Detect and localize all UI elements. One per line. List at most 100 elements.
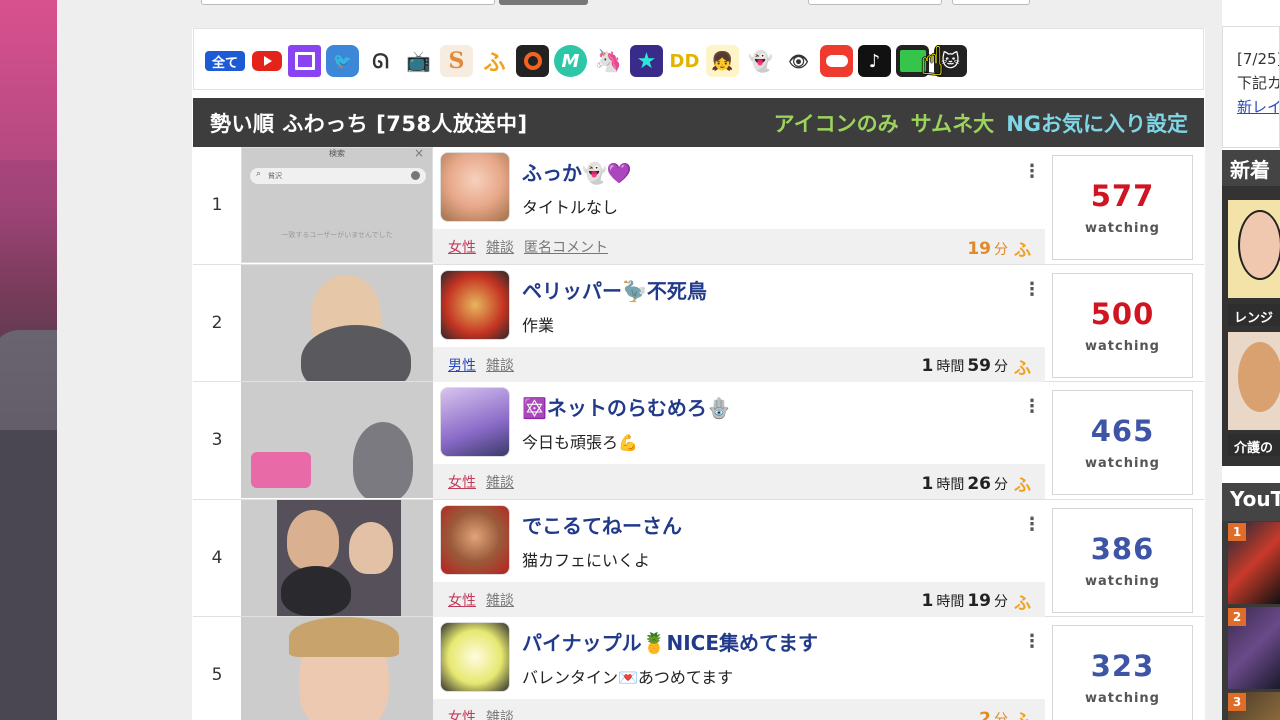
more-options-icon[interactable]: ⋮ [1023,631,1041,652]
ring-icon[interactable] [516,45,549,77]
notice-link[interactable]: 新レイ [1237,95,1279,119]
avatar[interactable] [440,387,510,457]
stream-thumbnail[interactable] [241,382,433,498]
section-header: 勢い順 ふわっち [758人放送中] アイコンのみ サムネ大 NGお気に入り設定 [193,98,1204,147]
star-icon[interactable]: ★ [630,45,663,77]
youtube-icon[interactable] [250,45,283,77]
duration-minutes-unit: 分 [994,476,1008,493]
hand-cursor-icon: ☝ [920,39,945,85]
streamer-name[interactable]: でこるてねーさん [522,510,682,539]
duration-minutes: 19 [967,591,991,611]
stream-title: タイトルなし [522,198,619,217]
viewer-count-box: 386 watching [1052,507,1193,613]
duration-hours: 1 [921,356,934,376]
avatar[interactable] [440,152,510,222]
tag-category[interactable]: 雑談 [486,590,514,610]
tag-category[interactable]: 雑談 [486,707,514,720]
rank-number: 2 [211,312,223,333]
stream-row[interactable]: 4 でこるてねーさん 猫カフェにいくよ ⋮ 女性 雑談 1 時間 19 分ふ 386 … [193,499,1204,617]
tag-bar: 女性 雑談 2分ふ [433,699,1045,720]
twitch-icon[interactable] [288,45,321,77]
tiktok-icon[interactable]: ♪ [858,45,891,77]
avatar[interactable] [440,622,510,692]
sofa-base [0,430,57,720]
more-options-icon[interactable]: ⋮ [1023,279,1041,300]
sort-select[interactable] [952,0,1030,5]
tv-icon[interactable]: 📺 [402,45,435,77]
tag-gender[interactable]: 女性 [448,472,476,492]
tag-gender[interactable]: 女性 [448,707,476,720]
stream-row[interactable]: 5 パイナップル🍍NICE集めてます バレンタイン💌あつめてます ⋮ 女性 雑談… [193,617,1204,720]
tag-category[interactable]: 雑談 [486,355,514,375]
stream-thumbnail[interactable]: 検索 × 貧沢 一致するユーザーがいませんでした [241,147,433,263]
sidebar-card-thumbnail[interactable] [1228,200,1280,298]
fuwacchi-icon[interactable]: ふ [478,45,511,77]
duration-minutes-unit: 分 [994,594,1008,610]
dd-icon[interactable]: DD [668,45,701,77]
tag-bar: 女性 雑談 1 時間 26 分ふ [433,464,1045,499]
streamer-name[interactable]: 🔯ネットのらむめろ🪬 [522,392,732,421]
ng-favorite-settings-link[interactable]: NGお気に入り設定 [1006,108,1188,138]
tag-anonymous-comment[interactable]: 匿名コメント [524,237,608,257]
search-input[interactable] [201,0,495,5]
tag-gender[interactable]: 女性 [448,237,476,257]
more-options-icon[interactable]: ⋮ [1023,161,1041,182]
sidebar-card-thumbnail[interactable] [1228,332,1280,430]
tag-category[interactable]: 雑談 [486,237,514,257]
stream-title: 今日も頑張ろ💪 [522,433,638,452]
sidebar-new-header: 新着 [1222,150,1280,186]
more-options-icon[interactable]: ⋮ [1023,396,1041,417]
watching-label: watching [1085,573,1160,589]
tag-category[interactable]: 雑談 [486,472,514,492]
streamer-name[interactable]: パイナップル🍍NICE集めてます [522,627,818,656]
stream-row[interactable]: 1 検索 × 貧沢 一致するユーザーがいませんでした ふっか👻💜 タイトルなし … [193,147,1204,265]
girl-icon[interactable]: 👧 [706,45,739,77]
stream-duration: 1 時間 26 分ふ [921,471,1031,497]
youtube-rank-badge: 3 [1228,693,1246,711]
tag-gender[interactable]: 女性 [448,590,476,610]
eye-icon[interactable]: 👁 [782,45,815,77]
cow-icon[interactable]: ᘏ [364,45,397,77]
unicorn-icon[interactable]: 🦄 [592,45,625,77]
stream-title: 作業 [522,315,555,335]
thumb-person [353,422,413,498]
s-icon[interactable]: S [440,45,473,77]
streamer-name[interactable]: ペリッパー🦤不死鳥 [522,275,707,304]
filter-select[interactable] [808,0,942,5]
tag-bar: 男性 雑談 1 時間 59 分ふ [433,346,1045,382]
duration-minutes: 2 [979,708,991,720]
ghost-icon[interactable]: 👻 [744,45,777,77]
avatar[interactable] [440,269,510,340]
duration-minutes: 59 [967,356,991,376]
all-platforms-button[interactable]: 全て [205,51,245,71]
viewer-count: 577 [1090,179,1155,213]
tag-gender[interactable]: 男性 [448,355,476,375]
large-thumb-toggle[interactable]: サムネ大 [911,108,995,138]
more-options-icon[interactable]: ⋮ [1023,514,1041,535]
red-pill-icon[interactable] [820,45,853,77]
stream-thumbnail[interactable] [241,617,433,720]
duration-minutes-unit: 分 [994,711,1008,720]
sidebar-card-caption[interactable]: レンジ [1228,304,1280,326]
avatar[interactable] [440,504,510,575]
stream-row[interactable]: 3 🔯ネットのらむめろ🪬 今日も頑張ろ💪 ⋮ 女性 雑談 1 時間 26 分ふ 465… [193,382,1204,500]
bird-icon[interactable]: 🐦 [326,45,359,77]
m-icon[interactable]: M [554,45,587,77]
stream-thumbnail[interactable] [241,499,433,616]
streamer-name[interactable]: ふっか👻💜 [522,157,632,186]
thumb-person [349,521,393,574]
rank-number: 4 [211,547,223,568]
stream-row[interactable]: 2 ペリッパー🦤不死鳥 作業 ⋮ 男性 雑談 1 時間 59 分ふ 500 watch… [193,264,1204,382]
thumb-hair [289,617,399,657]
duration-minutes: 26 [967,473,991,494]
icon-only-toggle[interactable]: アイコンのみ [774,108,899,138]
sidebar-card-caption[interactable]: 介護の [1228,434,1280,456]
search-button[interactable] [499,0,588,5]
background-video-strip [0,0,57,720]
stream-thumbnail[interactable] [241,264,433,381]
duration-hours-unit: 時間 [936,594,965,610]
close-icon: × [413,147,424,160]
stream-duration: 1 時間 59 分ふ [921,354,1031,379]
watching-label: watching [1085,221,1160,236]
watching-label: watching [1085,338,1160,354]
